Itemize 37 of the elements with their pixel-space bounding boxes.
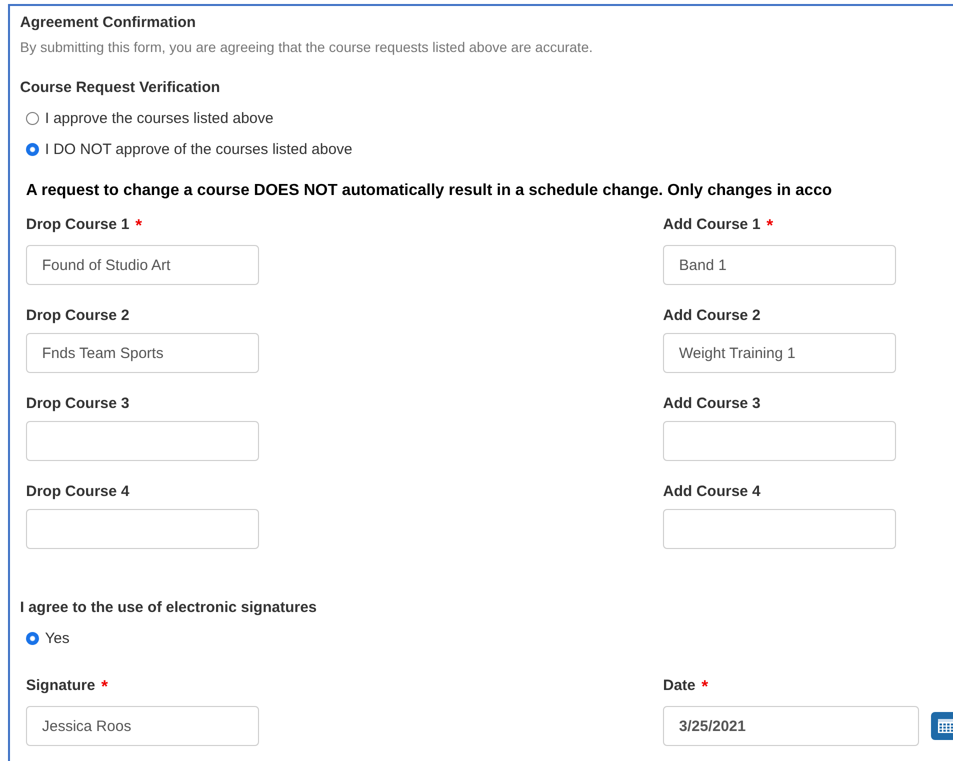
required-mark: *: [766, 216, 774, 236]
input-field[interactable]: [663, 421, 896, 461]
field-label: Drop Course 4: [26, 483, 130, 500]
required-mark: *: [101, 677, 108, 697]
required-mark: *: [702, 677, 708, 697]
input-field[interactable]: Found of Studio Art: [26, 245, 259, 285]
notice-text: A request to change a course DOES NOT automatically result in a schedule change. Only changes in acco: [26, 182, 833, 200]
description-text: By submitting this form, you are agreeing that the course requests listed above are accurate.: [20, 39, 594, 55]
calendar-icon: [937, 718, 953, 734]
question-title: Course Request Verification: [20, 79, 222, 96]
input-field[interactable]: Fnds Team Sports: [26, 333, 259, 373]
calendar-button[interactable]: [931, 712, 953, 740]
input-field[interactable]: [26, 421, 259, 461]
field-label: Add Course 2: [663, 307, 761, 324]
radio-option[interactable]: I approve the courses listed above: [26, 109, 953, 127]
input-field[interactable]: [26, 509, 259, 549]
radio-option[interactable]: Yes: [26, 629, 953, 647]
field-label: Drop Course 2: [26, 307, 130, 324]
radio-icon[interactable]: [26, 112, 39, 124]
radio-icon[interactable]: [26, 632, 39, 644]
radio-option[interactable]: I DO NOT approve of the courses listed above: [26, 140, 953, 158]
input-field[interactable]: Band 1: [663, 245, 896, 285]
input-field[interactable]: Weight Training 1: [663, 333, 896, 373]
section-title: Agreement Confirmation: [20, 14, 197, 31]
input-field[interactable]: [663, 509, 896, 549]
required-mark: *: [135, 216, 142, 236]
field-label: Drop Course 1: [26, 216, 130, 235]
field-label: Signature: [26, 677, 96, 696]
field-label: Date: [663, 677, 696, 696]
field-label: Add Course 3: [663, 395, 761, 412]
field-label: Drop Course 3: [26, 395, 130, 412]
question-title: I agree to the use of electronic signatures: [20, 599, 318, 616]
date-field[interactable]: 3/25/2021: [663, 706, 919, 746]
input-field[interactable]: Jessica Roos: [26, 706, 259, 746]
radio-icon[interactable]: [26, 142, 39, 156]
field-label: Add Course 1: [663, 216, 761, 235]
field-label: Add Course 4: [663, 483, 761, 500]
